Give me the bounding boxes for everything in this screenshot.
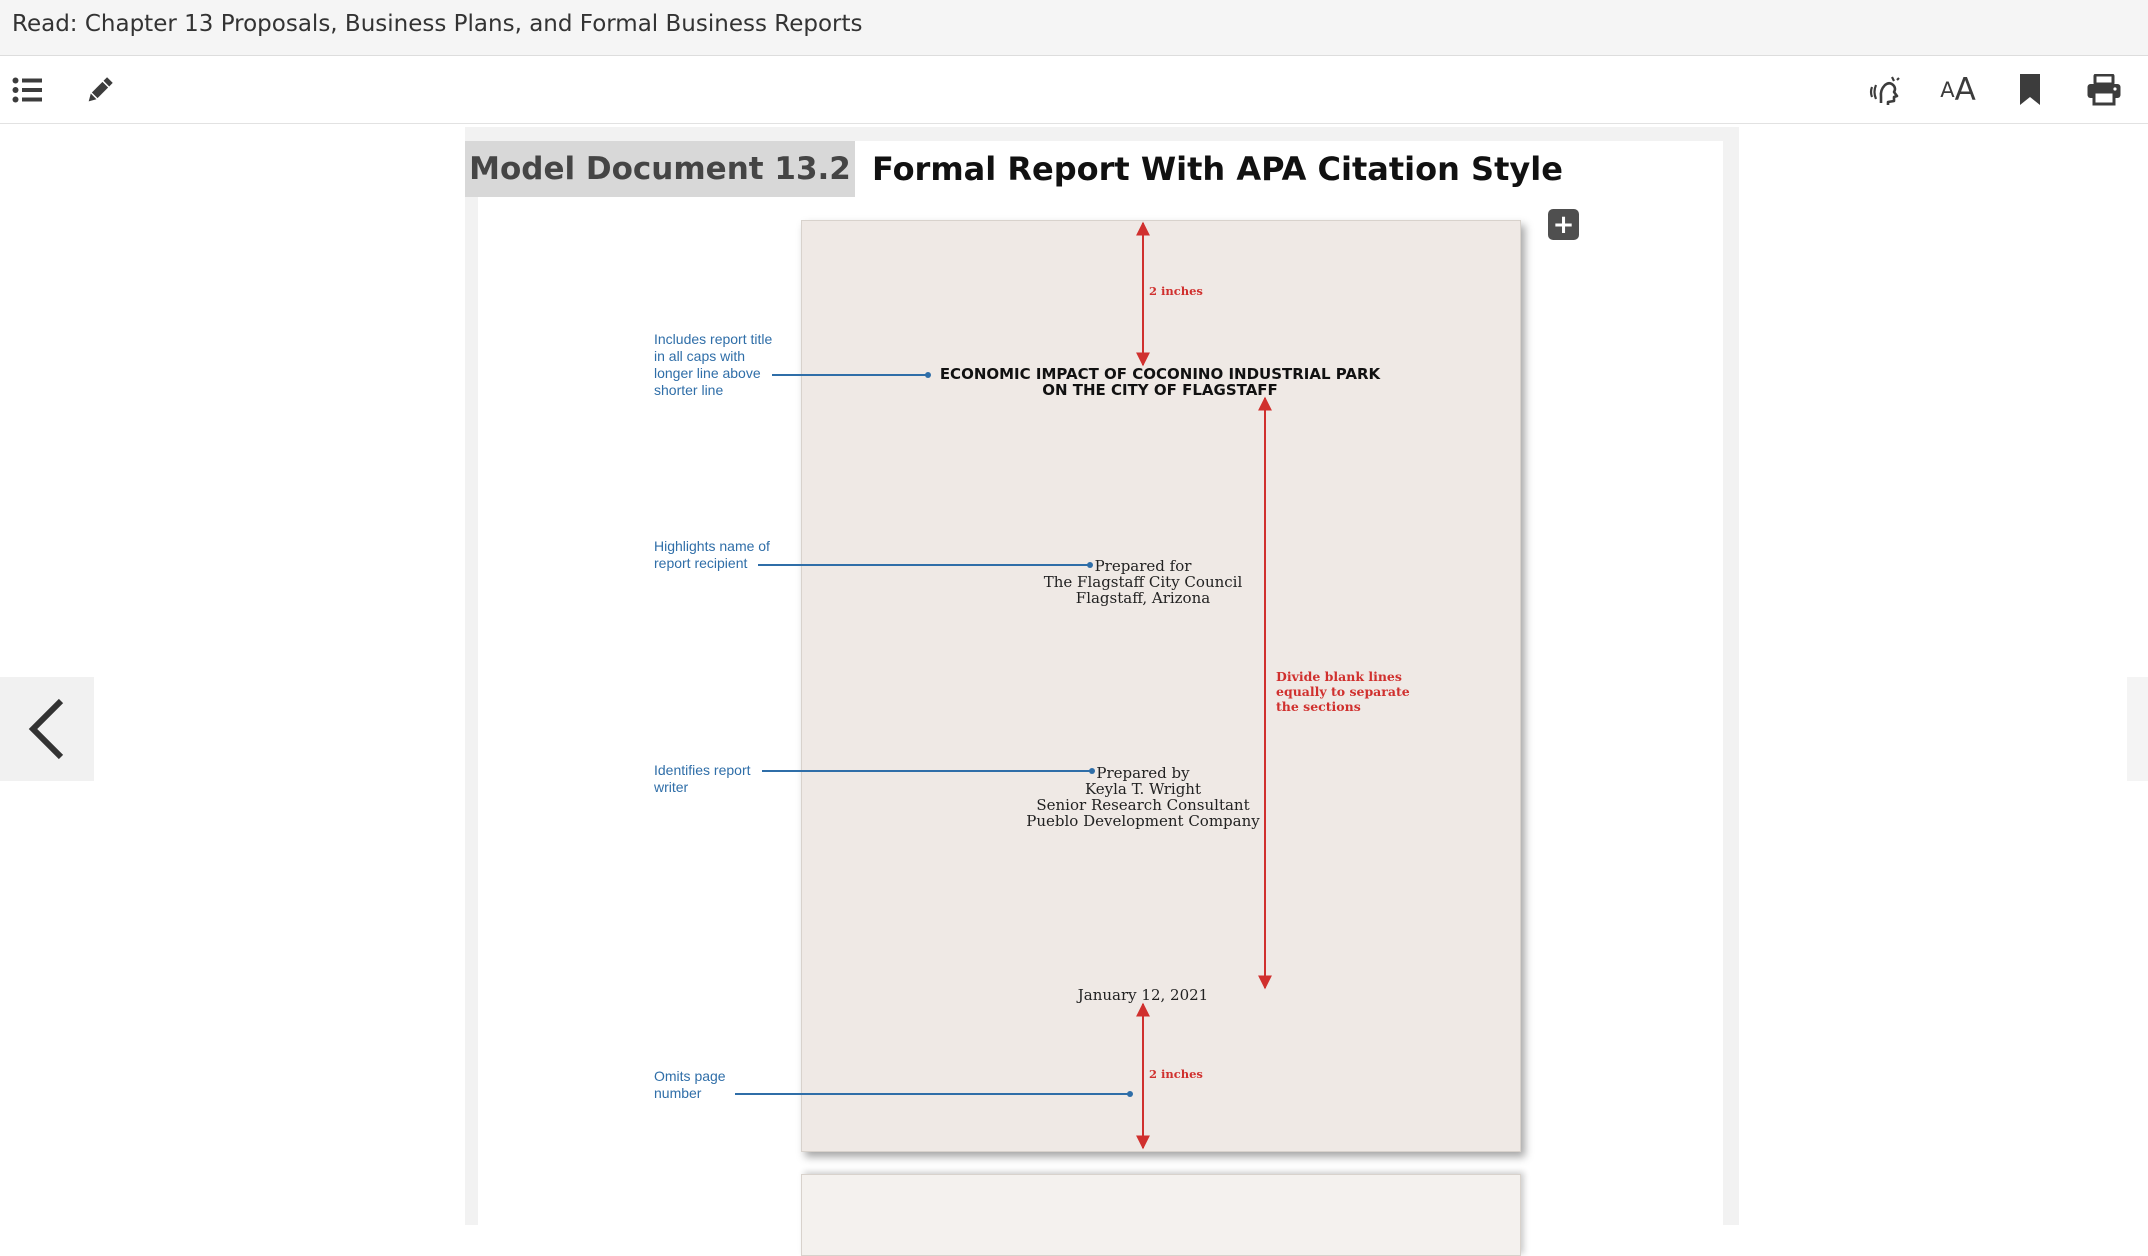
figure-callout-lines	[735, 221, 1272, 1150]
leader-dot-writer	[1089, 768, 1095, 774]
leader-dot-page-number	[1127, 1091, 1133, 1097]
leader-dot-recipient	[1087, 562, 1093, 568]
leader-dot-title	[925, 372, 931, 378]
